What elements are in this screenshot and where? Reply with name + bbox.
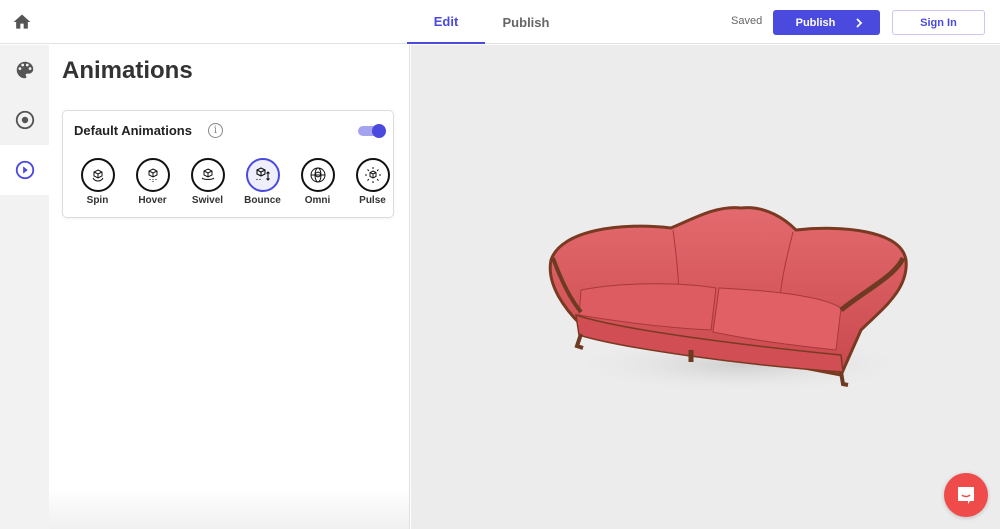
mode-tabs: Edit Publish [407,0,565,44]
top-bar: Edit Publish Saved Publish Sign In [0,0,1000,44]
play-icon [15,160,34,180]
default-animations-card: Default Animations i Spin Hover Swivel B… [62,110,394,218]
rail-item-appearance[interactable] [0,45,49,95]
pulse-icon [364,167,381,183]
bounce-icon [255,167,270,181]
animations-panel: Animations Default Animations i Spin Hov… [49,45,410,529]
chat-icon [958,487,974,504]
animation-swivel[interactable]: Swivel [180,158,235,206]
sofa-model[interactable] [541,200,911,400]
animation-bounce[interactable]: Bounce [235,158,290,206]
tab-edit[interactable]: Edit [407,0,485,44]
side-rail [0,45,49,529]
rail-item-animations[interactable] [0,145,49,195]
chat-button[interactable] [944,473,988,517]
card-title: Default Animations [74,123,192,138]
sign-in-button[interactable]: Sign In [892,10,985,35]
3d-viewer[interactable] [411,45,1000,529]
chevron-right-icon [856,17,863,28]
info-icon[interactable]: i [208,123,223,138]
hover-icon [148,168,157,182]
target-icon [15,110,34,130]
default-animations-toggle[interactable] [358,123,386,139]
animation-omni[interactable]: Omni [290,158,345,206]
spin-icon [92,169,103,182]
home-button[interactable] [12,12,32,32]
page-title: Animations [62,57,193,84]
animation-options: Spin Hover Swivel Bounce Omni Pulse [70,158,400,206]
swivel-icon [201,168,214,180]
omni-icon [310,167,325,183]
rail-item-hotspots[interactable] [0,95,49,145]
palette-icon [16,61,33,79]
toggle-knob [372,124,386,138]
tab-publish[interactable]: Publish [487,0,565,44]
publish-button-label: Publish [795,16,836,29]
save-status: Saved [731,15,763,27]
animation-spin[interactable]: Spin [70,158,125,206]
animation-hover[interactable]: Hover [125,158,180,206]
publish-button[interactable]: Publish [773,10,880,35]
panel-fade [49,489,409,529]
home-icon [13,14,31,29]
animation-pulse[interactable]: Pulse [345,158,400,206]
